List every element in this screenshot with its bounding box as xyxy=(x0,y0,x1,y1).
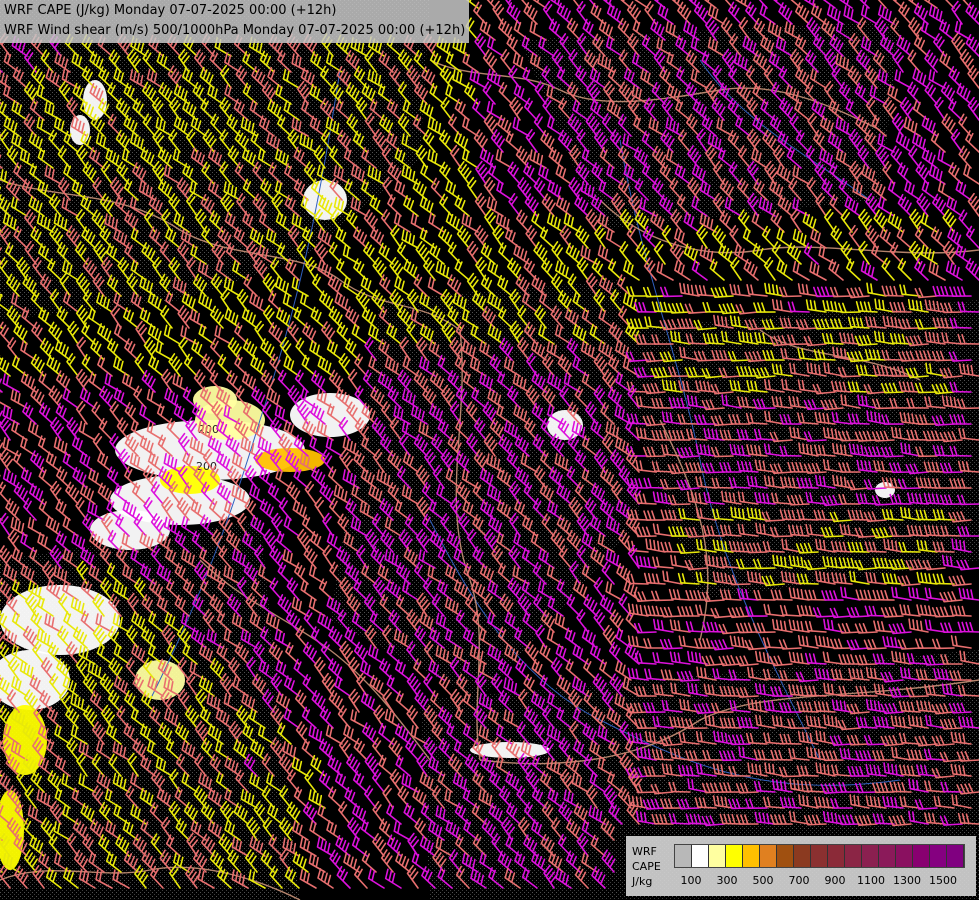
map-title-box: WRF CAPE (J/kg) Monday 07-07-2025 00:00 … xyxy=(0,0,470,43)
legend-tick-label: 300 xyxy=(716,874,738,887)
legend-swatch xyxy=(896,845,913,867)
legend-swatch xyxy=(862,845,879,867)
legend-label-variable: CAPE xyxy=(632,860,661,873)
legend-labels: WRF CAPE J/kg xyxy=(632,844,661,889)
legend-tick-label: 100 xyxy=(680,874,702,887)
legend-ticks: 100 300 500 700 900 1100 1300 1500 xyxy=(674,874,974,888)
legend-tick-label: 700 xyxy=(788,874,810,887)
legend-swatch xyxy=(845,845,862,867)
legend-swatch xyxy=(811,845,828,867)
legend-swatch xyxy=(879,845,896,867)
legend-swatch xyxy=(675,845,692,867)
legend-swatch xyxy=(692,845,709,867)
legend-swatch xyxy=(709,845,726,867)
legend-tick-label: 900 xyxy=(824,874,846,887)
legend-swatch xyxy=(828,845,845,867)
cape-legend: WRF CAPE J/kg 100 300 500 700 900 1100 1300 150… xyxy=(626,836,976,896)
legend-label-model: WRF xyxy=(632,845,657,858)
legend-tick-label: 1100 xyxy=(857,874,885,887)
legend-tick-label: 500 xyxy=(752,874,774,887)
legend-tick-label: 1300 xyxy=(893,874,921,887)
title-wind-shear: WRF Wind shear (m/s) 500/1000hPa Monday … xyxy=(4,23,466,38)
legend-swatch xyxy=(726,845,743,867)
legend-swatch xyxy=(760,845,777,867)
title-cape: WRF CAPE (J/kg) Monday 07-07-2025 00:00 … xyxy=(4,3,337,18)
map-canvas: 200200 xyxy=(0,0,979,900)
legend-swatch xyxy=(743,845,760,867)
legend-swatch xyxy=(913,845,930,867)
legend-swatch xyxy=(794,845,811,867)
legend-swatch xyxy=(777,845,794,867)
legend-color-bar xyxy=(674,844,965,868)
legend-label-unit: J/kg xyxy=(632,875,653,888)
legend-swatch xyxy=(930,845,947,867)
legend-tick-label: 1500 xyxy=(929,874,957,887)
weather-map: 200 200 xyxy=(0,0,979,900)
legend-swatch xyxy=(947,845,964,867)
